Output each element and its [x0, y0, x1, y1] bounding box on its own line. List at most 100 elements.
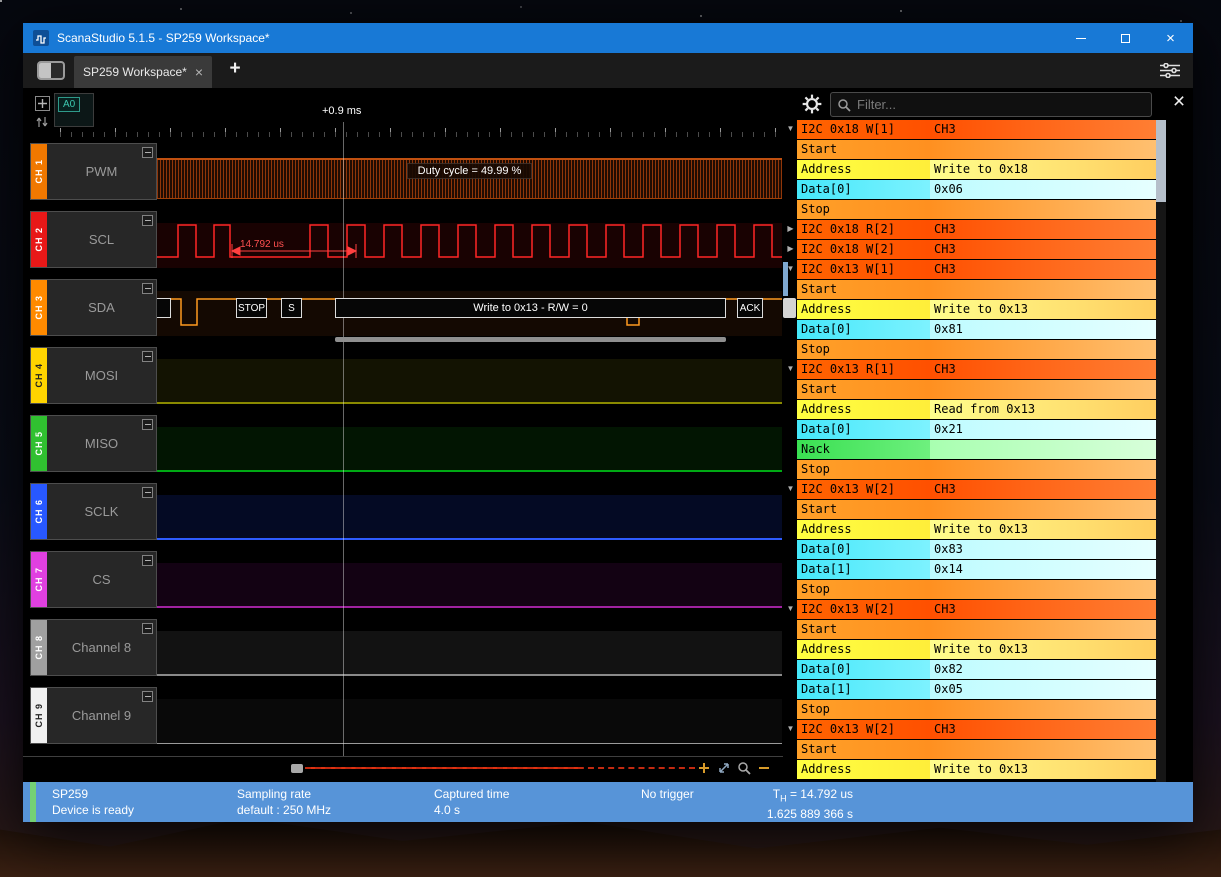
collapse-packet-icon[interactable]: ▼ — [785, 724, 796, 733]
packet-field-row[interactable]: Nack — [797, 440, 1156, 459]
zoom-out-icon[interactable] — [755, 759, 772, 776]
waveform-area[interactable]: A0 +0.9 ms Duty cycle = 49.99 % 14 — [23, 88, 783, 782]
channel-collapse-button[interactable] — [142, 283, 153, 294]
packet-header-row[interactable]: I2C 0x13 W[1]CH3 — [797, 260, 1156, 279]
packet-field-row[interactable]: AddressRead from 0x13 — [797, 400, 1156, 419]
packet-field-row[interactable]: Stop — [797, 460, 1156, 479]
packet-field-row[interactable]: Start — [797, 500, 1156, 519]
packet-field-row[interactable]: Data[0]0x21 — [797, 420, 1156, 439]
add-channel-icon[interactable] — [35, 96, 50, 111]
packet-field-row[interactable]: Data[0]0x82 — [797, 660, 1156, 679]
packet-field-row[interactable]: Start — [797, 740, 1156, 759]
packet-field-row[interactable]: Data[0]0x83 — [797, 540, 1156, 559]
minimize-button[interactable] — [1058, 23, 1103, 53]
channel-color-tab[interactable]: CH 3 — [31, 280, 47, 335]
channel-collapse-button[interactable] — [142, 215, 153, 226]
collapse-packet-icon[interactable]: ▼ — [785, 264, 796, 273]
filter-input[interactable] — [857, 97, 1145, 112]
packet-field-row[interactable]: AddressWrite to 0x18 — [797, 160, 1156, 179]
zoom-in-icon[interactable] — [695, 759, 712, 776]
channel-color-tab[interactable]: CH 6 — [31, 484, 47, 539]
i2c-start-token[interactable]: S — [281, 298, 302, 318]
packet-header-row[interactable]: I2C 0x18 R[2]CH3 — [797, 220, 1156, 239]
zoom-select-icon[interactable] — [735, 759, 752, 776]
expand-packet-icon[interactable]: ▶ — [785, 244, 796, 253]
panel-close-icon[interactable]: × — [1167, 88, 1191, 116]
panel-scrollbar-thumb[interactable] — [1156, 120, 1166, 202]
channel-box-sclk[interactable]: CH 6SCLK — [30, 483, 157, 540]
channel-box-cs[interactable]: CH 7CS — [30, 551, 157, 608]
packet-header-row[interactable]: I2C 0x13 W[2]CH3 — [797, 600, 1156, 619]
gear-icon[interactable] — [801, 93, 823, 115]
overview-scroll-handle[interactable] — [291, 764, 303, 773]
packet-field-row[interactable]: AddressWrite to 0x13 — [797, 760, 1156, 779]
packet-header-row[interactable]: I2C 0x13 R[1]CH3 — [797, 360, 1156, 379]
i2c-write-token[interactable]: Write to 0x13 - R/W = 0 — [335, 298, 726, 318]
packet-header-row[interactable]: I2C 0x18 W[1]CH3 — [797, 120, 1156, 139]
packet-header-row[interactable]: I2C 0x13 W[2]CH3 — [797, 720, 1156, 739]
collapse-packet-icon[interactable]: ▼ — [785, 604, 796, 613]
row-label: Address — [797, 640, 930, 659]
channel-collapse-button[interactable] — [142, 419, 153, 430]
collapse-packet-icon[interactable]: ▼ — [785, 364, 796, 373]
channel-color-tab[interactable]: CH 8 — [31, 620, 47, 675]
sort-channels-icon[interactable] — [35, 115, 49, 129]
packet-header-row[interactable]: I2C 0x18 W[2]CH3 — [797, 240, 1156, 259]
analog-channel-box[interactable]: A0 — [54, 93, 94, 127]
packet-field-row[interactable]: Start — [797, 140, 1156, 159]
channel-color-tab[interactable]: CH 7 — [31, 552, 47, 607]
channel-color-tab[interactable]: CH 4 — [31, 348, 47, 403]
channel-collapse-button[interactable] — [142, 691, 153, 702]
new-tab-button[interactable]: + — [224, 58, 246, 80]
channel-box-miso[interactable]: CH 5MISO — [30, 415, 157, 472]
channel-box-pwm[interactable]: CH 1PWM — [30, 143, 157, 200]
channel-color-tab[interactable]: CH 1 — [31, 144, 47, 199]
packet-field-row[interactable]: Stop — [797, 200, 1156, 219]
filter-search-box[interactable] — [830, 92, 1152, 117]
maximize-button[interactable] — [1103, 23, 1148, 53]
channel-box-channel-9[interactable]: CH 9Channel 9 — [30, 687, 157, 744]
expand-packet-icon[interactable]: ▶ — [785, 224, 796, 233]
tab-sp259-workspace[interactable]: SP259 Workspace* × — [74, 56, 212, 88]
channel-color-tab[interactable]: CH 9 — [31, 688, 47, 743]
packet-header-row[interactable]: I2C 0x13 W[2]CH3 — [797, 480, 1156, 499]
channel-color-tab[interactable]: CH 5 — [31, 416, 47, 471]
channel-collapse-button[interactable] — [142, 623, 153, 634]
packet-field-row[interactable]: Data[0]0x06 — [797, 180, 1156, 199]
collapse-packet-icon[interactable]: ▼ — [785, 484, 796, 493]
packet-field-row[interactable]: Stop — [797, 580, 1156, 599]
channel-box-sda[interactable]: CH 3SDA — [30, 279, 157, 336]
channel-collapse-button[interactable] — [142, 487, 153, 498]
packet-field-row[interactable]: Stop — [797, 700, 1156, 719]
channel-collapse-button[interactable] — [142, 555, 153, 566]
view-settings-icon[interactable] — [1160, 63, 1180, 78]
device-icon[interactable] — [37, 61, 65, 80]
channel-color-tab[interactable]: CH 2 — [31, 212, 47, 267]
channel-collapse-button[interactable] — [142, 351, 153, 362]
packet-field-row[interactable]: Stop — [797, 340, 1156, 359]
channel-box-scl[interactable]: CH 2SCL — [30, 211, 157, 268]
packet-field-row[interactable]: Data[1]0x05 — [797, 680, 1156, 699]
selection-indicator-handle[interactable] — [783, 298, 796, 318]
i2c-ack-token[interactable]: ACK — [737, 298, 763, 318]
packet-field-row[interactable]: AddressWrite to 0x13 — [797, 520, 1156, 539]
channel-collapse-button[interactable] — [142, 147, 153, 158]
packet-field-row[interactable]: AddressWrite to 0x13 — [797, 640, 1156, 659]
titlebar[interactable]: ScanaStudio 5.1.5 - SP259 Workspace* × — [23, 23, 1193, 53]
time-cursor[interactable] — [343, 122, 344, 756]
packet-field-row[interactable]: Start — [797, 280, 1156, 299]
panel-scrollbar-track[interactable] — [1156, 120, 1166, 782]
packet-field-row[interactable]: Start — [797, 620, 1156, 639]
close-button[interactable]: × — [1148, 23, 1193, 53]
token-overlay-scrollbar[interactable] — [335, 337, 726, 342]
collapse-packet-icon[interactable]: ▼ — [785, 124, 796, 133]
packet-field-row[interactable]: AddressWrite to 0x13 — [797, 300, 1156, 319]
channel-box-channel-8[interactable]: CH 8Channel 8 — [30, 619, 157, 676]
packet-field-row[interactable]: Start — [797, 380, 1156, 399]
channel-box-mosi[interactable]: CH 4MOSI — [30, 347, 157, 404]
zoom-fit-icon[interactable] — [715, 759, 732, 776]
i2c-stop-token[interactable]: STOP — [236, 298, 267, 318]
packet-field-row[interactable]: Data[0]0x81 — [797, 320, 1156, 339]
packet-field-row[interactable]: Data[1]0x14 — [797, 560, 1156, 579]
tab-close-icon[interactable]: × — [195, 64, 203, 80]
